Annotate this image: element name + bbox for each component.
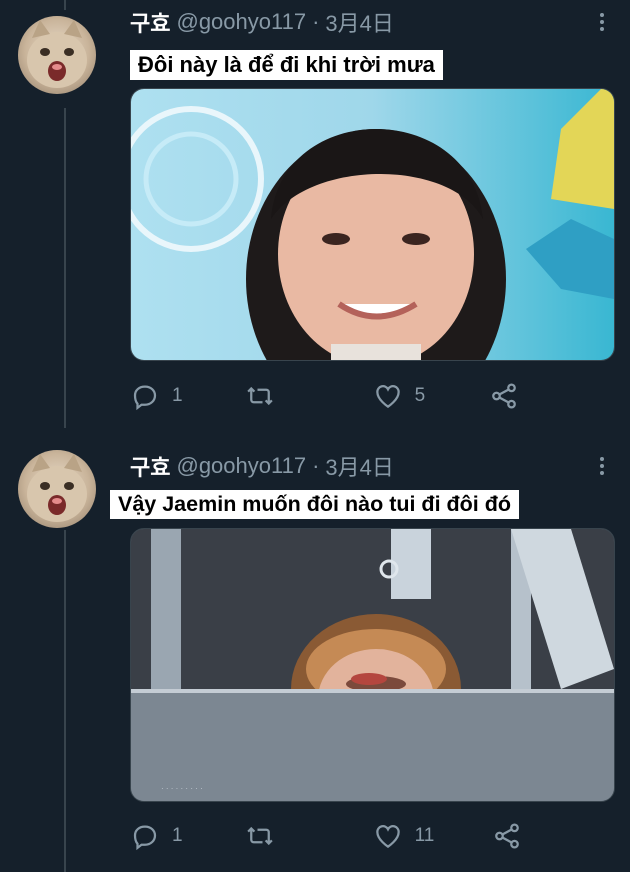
share-icon — [492, 383, 517, 409]
author-handle[interactable]: @goohyo117 — [176, 453, 306, 479]
tweet-actions: 1 5 — [130, 378, 550, 414]
tweet-header: 구효 @goohyo117 · 3月4日 — [130, 8, 394, 36]
retweet-icon — [246, 386, 273, 406]
retweet-icon — [246, 826, 273, 846]
tweet[interactable]: 구효 @goohyo117 · 3月4日 Đôi này là để đi kh… — [0, 0, 630, 440]
more-icon[interactable] — [596, 452, 608, 480]
tweet-date[interactable]: 3月4日 — [325, 450, 393, 482]
share-button[interactable] — [489, 381, 519, 411]
retweet-button[interactable] — [245, 821, 287, 851]
avatar[interactable] — [18, 16, 96, 94]
more-icon[interactable] — [596, 8, 608, 36]
author-handle[interactable]: @goohyo117 — [176, 9, 306, 35]
caption-text: Đôi này là để đi khi trời mưa — [130, 50, 443, 80]
share-button[interactable] — [492, 821, 522, 851]
tweet-media[interactable] — [130, 88, 615, 361]
share-icon — [495, 823, 520, 849]
tweet-media[interactable]: · · · · · · · · · — [130, 528, 615, 802]
reply-icon — [133, 825, 157, 851]
separator: · — [312, 9, 320, 34]
cat-avatar-image — [27, 454, 87, 522]
reply-count: 1 — [172, 385, 183, 406]
like-count: 11 — [414, 825, 435, 846]
like-count: 5 — [414, 385, 426, 406]
heart-icon — [375, 825, 400, 848]
reply-count: 1 — [172, 825, 183, 846]
heart-icon — [375, 385, 400, 408]
cat-avatar-image — [27, 20, 87, 88]
author-name[interactable]: 구효 — [130, 450, 170, 482]
svg-text:· · · · · · · · ·: · · · · · · · · · — [161, 784, 203, 793]
tweet-header: 구효 @goohyo117 · 3月4日 — [130, 452, 394, 480]
photo-smiling-boy — [131, 89, 614, 360]
avatar[interactable] — [18, 450, 96, 528]
like-button[interactable]: 5 — [373, 381, 426, 411]
caption-text: Vậy Jaemin muốn đôi nào tui đi đôi đó — [110, 490, 519, 519]
separator: · — [312, 453, 320, 478]
author-name[interactable]: 구효 — [130, 6, 170, 38]
like-button[interactable]: 11 — [373, 821, 435, 851]
reply-icon — [133, 385, 157, 411]
tweet[interactable]: 구효 @goohyo117 · 3月4日 Vậy Jaemin muốn đôi… — [0, 444, 630, 872]
tweet-actions: 1 11 — [130, 818, 550, 854]
retweet-button[interactable] — [245, 381, 287, 411]
tweet-date[interactable]: 3月4日 — [325, 6, 393, 38]
photo-boy-leaning: · · · · · · · · · — [131, 529, 614, 801]
reply-button[interactable]: 1 — [130, 821, 183, 851]
reply-button[interactable]: 1 — [130, 381, 183, 411]
